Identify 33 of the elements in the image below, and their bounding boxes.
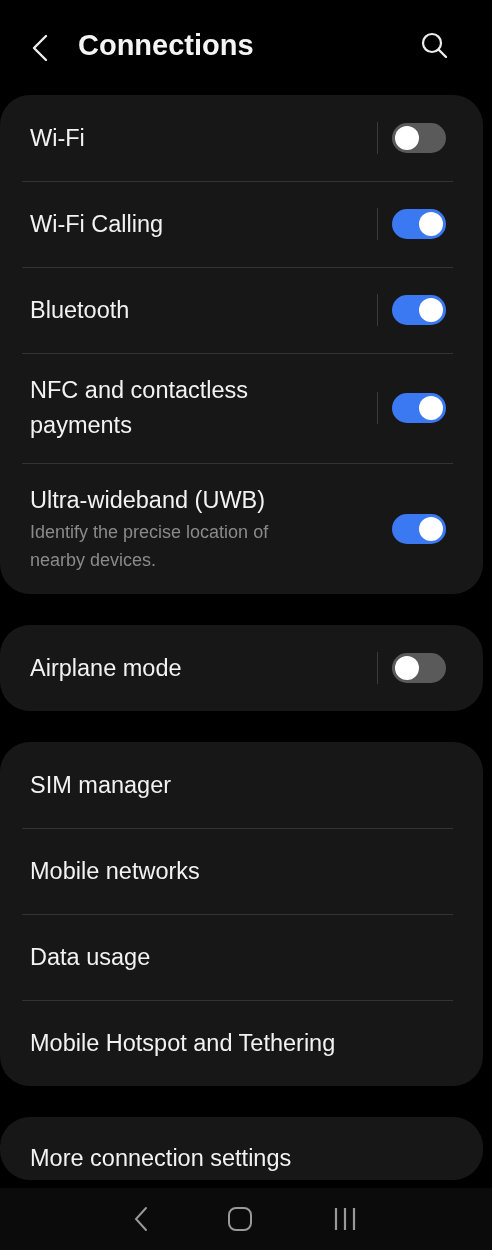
item-label: Airplane mode xyxy=(30,653,183,683)
settings-item[interactable]: Data usage xyxy=(0,914,483,1000)
settings-item[interactable]: Ultra-wideband (UWB) Identify the precise location of nearby devices. xyxy=(0,463,483,594)
home-icon[interactable] xyxy=(227,1206,253,1232)
item-label: Bluetooth xyxy=(30,295,131,325)
item-label: Mobile networks xyxy=(30,856,201,886)
item-label: NFC and contactless payments xyxy=(30,376,250,440)
item-label: Ultra-wideband (UWB) xyxy=(30,486,267,515)
toggle-switch[interactable] xyxy=(392,393,446,423)
item-description: Identify the precise location of nearby devices. xyxy=(30,521,270,572)
toggle-switch[interactable] xyxy=(392,209,446,239)
item-label: Mobile Hotspot and Tethering xyxy=(30,1028,337,1058)
settings-item[interactable]: SIM manager xyxy=(0,742,483,828)
item-label: Data usage xyxy=(30,942,152,972)
settings-item[interactable]: Mobile Hotspot and Tethering xyxy=(0,1000,483,1086)
back-icon[interactable] xyxy=(134,1206,149,1232)
search-icon[interactable] xyxy=(420,30,448,59)
item-label: Wi-Fi xyxy=(30,123,86,153)
settings-item[interactable]: NFC and contactless payments xyxy=(0,353,483,463)
settings-item[interactable]: Airplane mode xyxy=(0,625,483,711)
settings-item[interactable]: Bluetooth xyxy=(0,267,483,353)
toggle-switch[interactable] xyxy=(392,295,446,325)
page-title: Connections xyxy=(78,29,255,62)
settings-item[interactable]: Wi-Fi Calling xyxy=(0,181,483,267)
toggle-switch[interactable] xyxy=(392,653,446,683)
toggle-switch[interactable] xyxy=(392,123,446,153)
settings-item[interactable]: More connection settings xyxy=(0,1117,483,1180)
settings-item[interactable]: Wi-Fi xyxy=(0,95,483,181)
item-label: SIM manager xyxy=(30,770,173,800)
toggle-switch[interactable] xyxy=(392,513,446,544)
settings-item[interactable]: Mobile networks xyxy=(0,828,483,914)
item-label: Wi-Fi Calling xyxy=(30,209,165,239)
item-label: More connection settings xyxy=(30,1144,293,1173)
